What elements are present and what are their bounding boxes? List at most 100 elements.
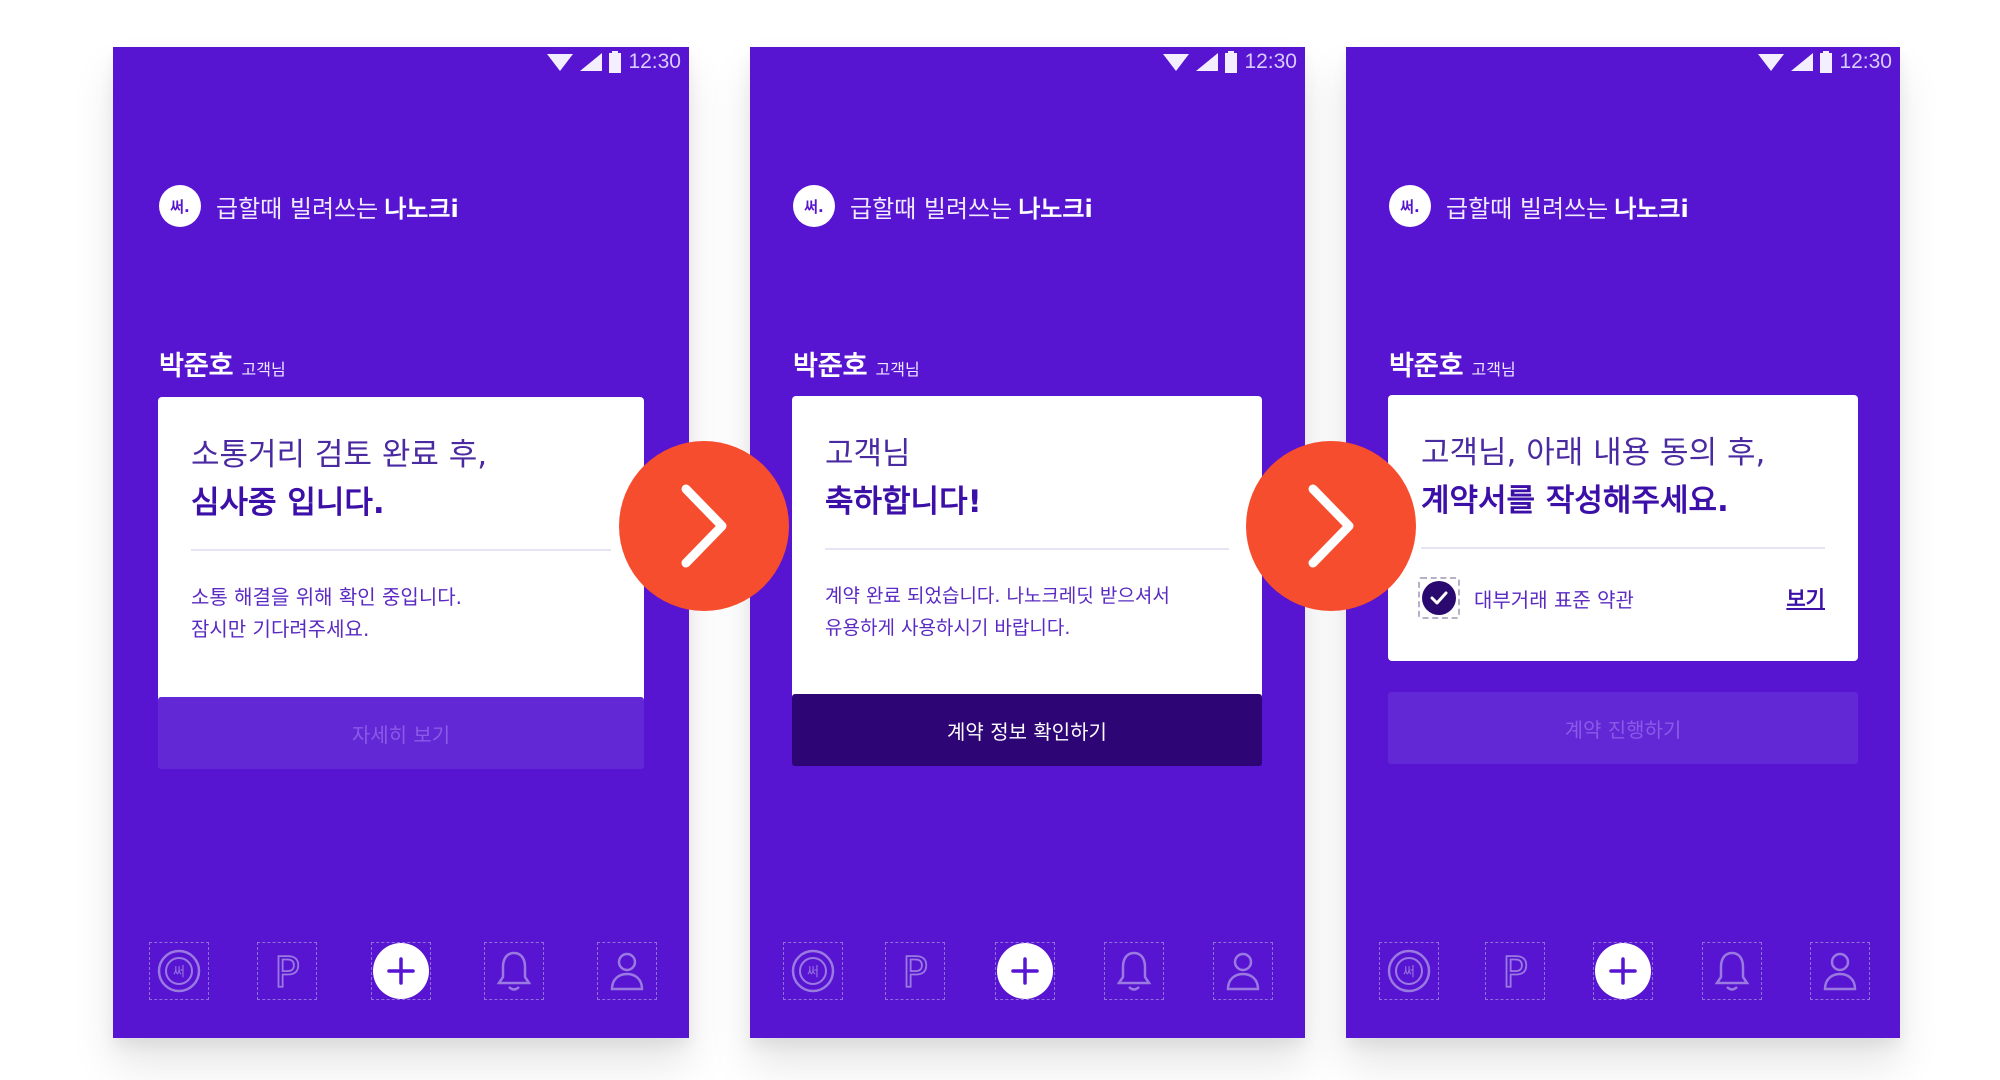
- signal-icon: [1791, 53, 1814, 71]
- tab-notifications[interactable]: [1104, 942, 1164, 1000]
- tab-profile[interactable]: [1810, 942, 1870, 1000]
- tab-notifications[interactable]: [1702, 942, 1762, 1000]
- customer-name: 박준호: [793, 351, 868, 382]
- logo-tab-label: 써: [1403, 965, 1415, 980]
- plus-button: [373, 943, 429, 999]
- wifi-icon: [547, 54, 574, 71]
- card-title-line2: 축하합니다!: [825, 484, 982, 520]
- plus-icon: [387, 957, 415, 985]
- terms-checkbox[interactable]: [1422, 581, 1456, 615]
- next-step-arrow-1: [619, 441, 789, 611]
- brand-logo: 써.: [159, 185, 201, 227]
- tab-parking[interactable]: P: [257, 942, 317, 1000]
- brand-name: 나노크i: [384, 194, 459, 223]
- signal-icon: [1196, 53, 1219, 71]
- battery-icon: [1820, 51, 1833, 73]
- brand-text: 급할때 빌려쓰는 나노크i: [850, 189, 1093, 224]
- person-icon: [1823, 952, 1857, 991]
- brand-name: 나노크i: [1018, 194, 1093, 223]
- tab-notifications[interactable]: [484, 942, 544, 1000]
- brand-tagline: 급할때 빌려쓰는: [216, 194, 379, 223]
- parking-tab-label: P: [1502, 949, 1527, 993]
- proceed-contract-button[interactable]: 계약 진행하기: [1388, 692, 1858, 764]
- logo-tab-label: 써: [807, 965, 819, 980]
- status-bar: 12:30: [547, 47, 689, 77]
- view-terms-link[interactable]: 보기: [1786, 583, 1825, 613]
- parking-tab-label: P: [274, 949, 299, 993]
- tab-home[interactable]: 써: [1379, 942, 1439, 1000]
- brand-name: 나노크i: [1614, 194, 1689, 223]
- parking-icon: P: [901, 949, 928, 993]
- plus-button: [1595, 943, 1651, 999]
- parking-icon: P: [273, 949, 300, 993]
- terms-row: 대부거래 표준 약관 보기: [1388, 549, 1858, 619]
- customer-greeting: 박준호 고객님: [793, 344, 920, 383]
- status-bar: 12:30: [1163, 47, 1305, 77]
- screen-reviewing: 12:30 써. 급할때 빌려쓰는 나노크i 박준호 고객님 소통거리 검토 완료…: [113, 47, 689, 1038]
- status-time: 12:30: [1244, 50, 1297, 73]
- chevron-right-icon: [681, 484, 727, 568]
- card-title-line1: 고객님, 아래 내용 동의 후,: [1421, 435, 1766, 471]
- tab-parking[interactable]: P: [885, 942, 945, 1000]
- tab-bar: 써 P: [113, 942, 689, 1038]
- screen-agreement: 12:30 써. 급할때 빌려쓰는 나노크i 박준호 고객님 고객님, 아래 내용…: [1346, 47, 1900, 1038]
- contract-info-button[interactable]: 계약 정보 확인하기: [792, 694, 1262, 766]
- card-message-line2: 잠시만 기다려주세요.: [191, 617, 370, 641]
- customer-suffix: 고객님: [241, 360, 286, 379]
- battery-icon: [609, 51, 622, 73]
- agreement-card: 고객님, 아래 내용 동의 후, 계약서를 작성해주세요. 대부거래 표준 약관…: [1388, 395, 1858, 661]
- brand-header: 써. 급할때 빌려쓰는 나노크i: [793, 185, 1093, 227]
- customer-suffix: 고객님: [1471, 360, 1516, 379]
- card-title-line1: 고객님: [825, 436, 911, 472]
- next-step-arrow-2: [1246, 441, 1416, 611]
- status-bar: 12:30: [1758, 47, 1900, 77]
- plus-button: [997, 943, 1053, 999]
- person-icon: [610, 952, 644, 991]
- tab-parking[interactable]: P: [1485, 942, 1545, 1000]
- wifi-icon: [1163, 54, 1190, 71]
- bell-icon: [1116, 951, 1152, 991]
- bell-icon: [1714, 951, 1750, 991]
- brand-logo: 써.: [793, 185, 835, 227]
- tab-add[interactable]: [1593, 942, 1653, 1000]
- customer-name: 박준호: [1389, 351, 1464, 382]
- card-message-line1: 계약 완료 되었습니다. 나노크레딧 받으셔서: [825, 585, 1170, 607]
- card-message: 소통 해결을 위해 확인 중입니다. 잠시만 기다려주세요.: [158, 551, 644, 645]
- brand-tagline: 급할때 빌려쓰는: [850, 194, 1013, 223]
- terms-checkbox-wrap: [1418, 577, 1460, 619]
- tab-bar: 써 P: [750, 942, 1305, 1038]
- customer-greeting: 박준호 고객님: [159, 344, 286, 383]
- card-message: 계약 완료 되었습니다. 나노크레딧 받으셔서 유용하게 사용하시기 바랍니다.: [792, 550, 1262, 644]
- status-time: 12:30: [628, 50, 681, 73]
- brand-logo: 써.: [1389, 185, 1431, 227]
- tab-profile[interactable]: [1213, 942, 1273, 1000]
- tab-home[interactable]: 써: [149, 942, 209, 1000]
- card-title-line2: 계약서를 작성해주세요.: [1421, 483, 1729, 519]
- chevron-right-icon: [1308, 484, 1354, 568]
- card-title-line1: 소통거리 검토 완료 후,: [191, 437, 488, 473]
- brand-header: 써. 급할때 빌려쓰는 나노크i: [159, 185, 459, 227]
- wifi-icon: [1758, 54, 1785, 71]
- card-message-line2: 유용하게 사용하시기 바랍니다.: [825, 617, 1071, 639]
- details-button[interactable]: 자세히 보기: [158, 697, 644, 769]
- brand-header: 써. 급할때 빌려쓰는 나노크i: [1389, 185, 1689, 227]
- tab-add[interactable]: [371, 942, 431, 1000]
- customer-name: 박준호: [159, 351, 234, 382]
- logo-tab-label: 써: [173, 965, 185, 980]
- plus-icon: [1609, 957, 1637, 985]
- battery-icon: [1225, 51, 1238, 73]
- card-message-line1: 소통 해결을 위해 확인 중입니다.: [191, 585, 462, 609]
- tab-home[interactable]: 써: [783, 942, 843, 1000]
- screen-approved: 12:30 써. 급할때 빌려쓰는 나노크i 박준호 고객님 고객님 축하합니다!…: [750, 47, 1305, 1038]
- status-card: 소통거리 검토 완료 후, 심사중 입니다. 소통 해결을 위해 확인 중입니다…: [158, 397, 644, 710]
- terms-label: 대부거래 표준 약관: [1474, 587, 1634, 612]
- brand-text: 급할때 빌려쓰는 나노크i: [1446, 189, 1689, 224]
- signal-icon: [580, 53, 603, 71]
- tab-profile[interactable]: [597, 942, 657, 1000]
- customer-suffix: 고객님: [875, 360, 920, 379]
- tab-add[interactable]: [995, 942, 1055, 1000]
- logo-icon: 써: [791, 949, 835, 993]
- tab-bar: 써 P: [1346, 942, 1900, 1038]
- brand-tagline: 급할때 빌려쓰는: [1446, 194, 1609, 223]
- status-time: 12:30: [1839, 50, 1892, 73]
